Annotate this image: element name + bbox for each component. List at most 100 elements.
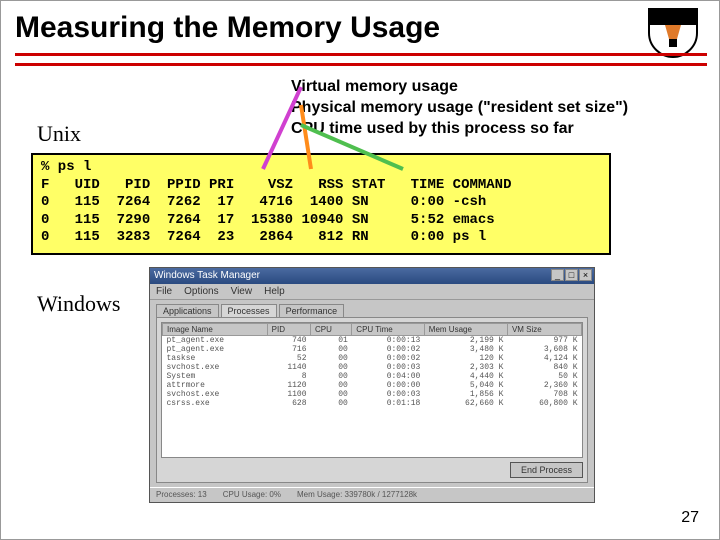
- menu-options[interactable]: Options: [184, 286, 218, 297]
- tab-processes[interactable]: Processes: [221, 304, 277, 317]
- win-menu: File Options View Help: [150, 284, 594, 300]
- cell: attrmore: [163, 381, 268, 390]
- maximize-icon[interactable]: □: [565, 269, 578, 281]
- cell: 4,440 K: [424, 372, 507, 381]
- cell: 0:00:02: [352, 354, 425, 363]
- cell: 00: [311, 345, 352, 354]
- label-unix: Unix: [37, 121, 81, 147]
- cell: 0:00:03: [352, 363, 425, 372]
- cell: svchost.exe: [163, 390, 268, 399]
- col-cputime[interactable]: CPU Time: [352, 324, 425, 336]
- cell: 5,040 K: [424, 381, 507, 390]
- cell: 2,360 K: [507, 381, 581, 390]
- cell: svchost.exe: [163, 363, 268, 372]
- page-number: 27: [681, 509, 699, 527]
- cell: 1120: [267, 381, 310, 390]
- cell: 1,856 K: [424, 390, 507, 399]
- cell: 3,608 K: [507, 345, 581, 354]
- minimize-icon[interactable]: _: [551, 269, 564, 281]
- desc-line-time: CPU time used by this process so far: [291, 119, 628, 140]
- cell: 4,124 K: [507, 354, 581, 363]
- cell: 52: [267, 354, 310, 363]
- win-tabs: Applications Processes Performance: [150, 300, 594, 317]
- cell: 1100: [267, 390, 310, 399]
- windows-task-manager: Windows Task Manager _ □ × File Options …: [149, 267, 595, 503]
- process-header: Image Name PID CPU CPU Time Mem Usage VM…: [163, 324, 582, 336]
- cell: 708 K: [507, 390, 581, 399]
- term-row: 0 115 7290 7264 17 15380 10940 SN 5:52 e…: [41, 212, 601, 230]
- win-titlebar: Windows Task Manager _ □ ×: [150, 268, 594, 284]
- status-cpu: CPU Usage: 0%: [223, 490, 281, 499]
- cell: 2,199 K: [424, 336, 507, 346]
- process-row[interactable]: pt_agent.exe716000:00:023,480 K3,608 K: [163, 345, 582, 354]
- process-row[interactable]: svchost.exe1100000:00:031,856 K708 K: [163, 390, 582, 399]
- title-divider: [15, 53, 707, 67]
- cell: 62,660 K: [424, 399, 507, 408]
- process-row[interactable]: taskse52000:00:02120 K4,124 K: [163, 354, 582, 363]
- process-row[interactable]: pt_agent.exe740010:00:132,199 K977 K: [163, 336, 582, 346]
- cell: 00: [311, 399, 352, 408]
- desc-line-rss: Physical memory usage ("resident set siz…: [291, 98, 628, 119]
- menu-help[interactable]: Help: [264, 286, 285, 297]
- cell: 0:00:02: [352, 345, 425, 354]
- page-title: Measuring the Memory Usage: [15, 11, 440, 45]
- process-row[interactable]: svchost.exe1140000:00:032,303 K840 K: [163, 363, 582, 372]
- cell: 60,800 K: [507, 399, 581, 408]
- cell: 2,303 K: [424, 363, 507, 372]
- tab-performance[interactable]: Performance: [279, 304, 345, 317]
- cell: 01: [311, 336, 352, 346]
- status-mem: Mem Usage: 339780k / 1277128k: [297, 490, 417, 499]
- process-row[interactable]: attrmore1120000:00:005,040 K2,360 K: [163, 381, 582, 390]
- cell: 8: [267, 372, 310, 381]
- cell: 00: [311, 390, 352, 399]
- status-proc: Processes: 13: [156, 490, 207, 499]
- cell: System: [163, 372, 268, 381]
- cell: 1140: [267, 363, 310, 372]
- cell: taskse: [163, 354, 268, 363]
- desc-line-vsz: Virtual memory usage: [291, 77, 628, 98]
- process-list[interactable]: Image Name PID CPU CPU Time Mem Usage VM…: [161, 322, 583, 458]
- tab-applications[interactable]: Applications: [156, 304, 219, 317]
- cell: 977 K: [507, 336, 581, 346]
- cell: 00: [311, 363, 352, 372]
- term-header: F UID PID PPID PRI VSZ RSS STAT TIME COM…: [41, 177, 601, 195]
- menu-view[interactable]: View: [231, 286, 253, 297]
- cell: 0:00:00: [352, 381, 425, 390]
- col-cpu[interactable]: CPU: [311, 324, 352, 336]
- win-body: Image Name PID CPU CPU Time Mem Usage VM…: [156, 317, 588, 483]
- win-statusbar: Processes: 13 CPU Usage: 0% Mem Usage: 3…: [150, 487, 594, 501]
- col-vm[interactable]: VM Size: [507, 324, 581, 336]
- term-row: 0 115 3283 7264 23 2864 812 RN 0:00 ps l: [41, 229, 601, 247]
- cell: 120 K: [424, 354, 507, 363]
- cell: 0:04:00: [352, 372, 425, 381]
- cell: 00: [311, 381, 352, 390]
- term-cmd: % ps l: [41, 159, 601, 177]
- label-windows: Windows: [37, 291, 120, 317]
- cell: pt_agent.exe: [163, 345, 268, 354]
- cell: 628: [267, 399, 310, 408]
- process-row[interactable]: System8000:04:004,440 K50 K: [163, 372, 582, 381]
- cell: 716: [267, 345, 310, 354]
- cell: 50 K: [507, 372, 581, 381]
- menu-file[interactable]: File: [156, 286, 172, 297]
- slide: Measuring the Memory Usage Virtual memor…: [0, 0, 720, 540]
- cell: csrss.exe: [163, 399, 268, 408]
- cell: 740: [267, 336, 310, 346]
- princeton-shield-icon: [645, 7, 701, 59]
- col-image[interactable]: Image Name: [163, 324, 268, 336]
- cell: pt_agent.exe: [163, 336, 268, 346]
- cell: 3,480 K: [424, 345, 507, 354]
- close-icon[interactable]: ×: [579, 269, 592, 281]
- cell: 00: [311, 372, 352, 381]
- process-row[interactable]: csrss.exe628000:01:1862,660 K60,800 K: [163, 399, 582, 408]
- term-row: 0 115 7264 7262 17 4716 1400 SN 0:00 -cs…: [41, 194, 601, 212]
- unix-terminal: % ps l F UID PID PPID PRI VSZ RSS STAT T…: [31, 153, 611, 255]
- cell: 0:01:18: [352, 399, 425, 408]
- cell: 0:00:13: [352, 336, 425, 346]
- description-block: Virtual memory usage Physical memory usa…: [291, 77, 628, 139]
- cell: 840 K: [507, 363, 581, 372]
- end-process-button[interactable]: End Process: [510, 462, 583, 478]
- col-mem[interactable]: Mem Usage: [424, 324, 507, 336]
- cell: 00: [311, 354, 352, 363]
- col-pid[interactable]: PID: [267, 324, 310, 336]
